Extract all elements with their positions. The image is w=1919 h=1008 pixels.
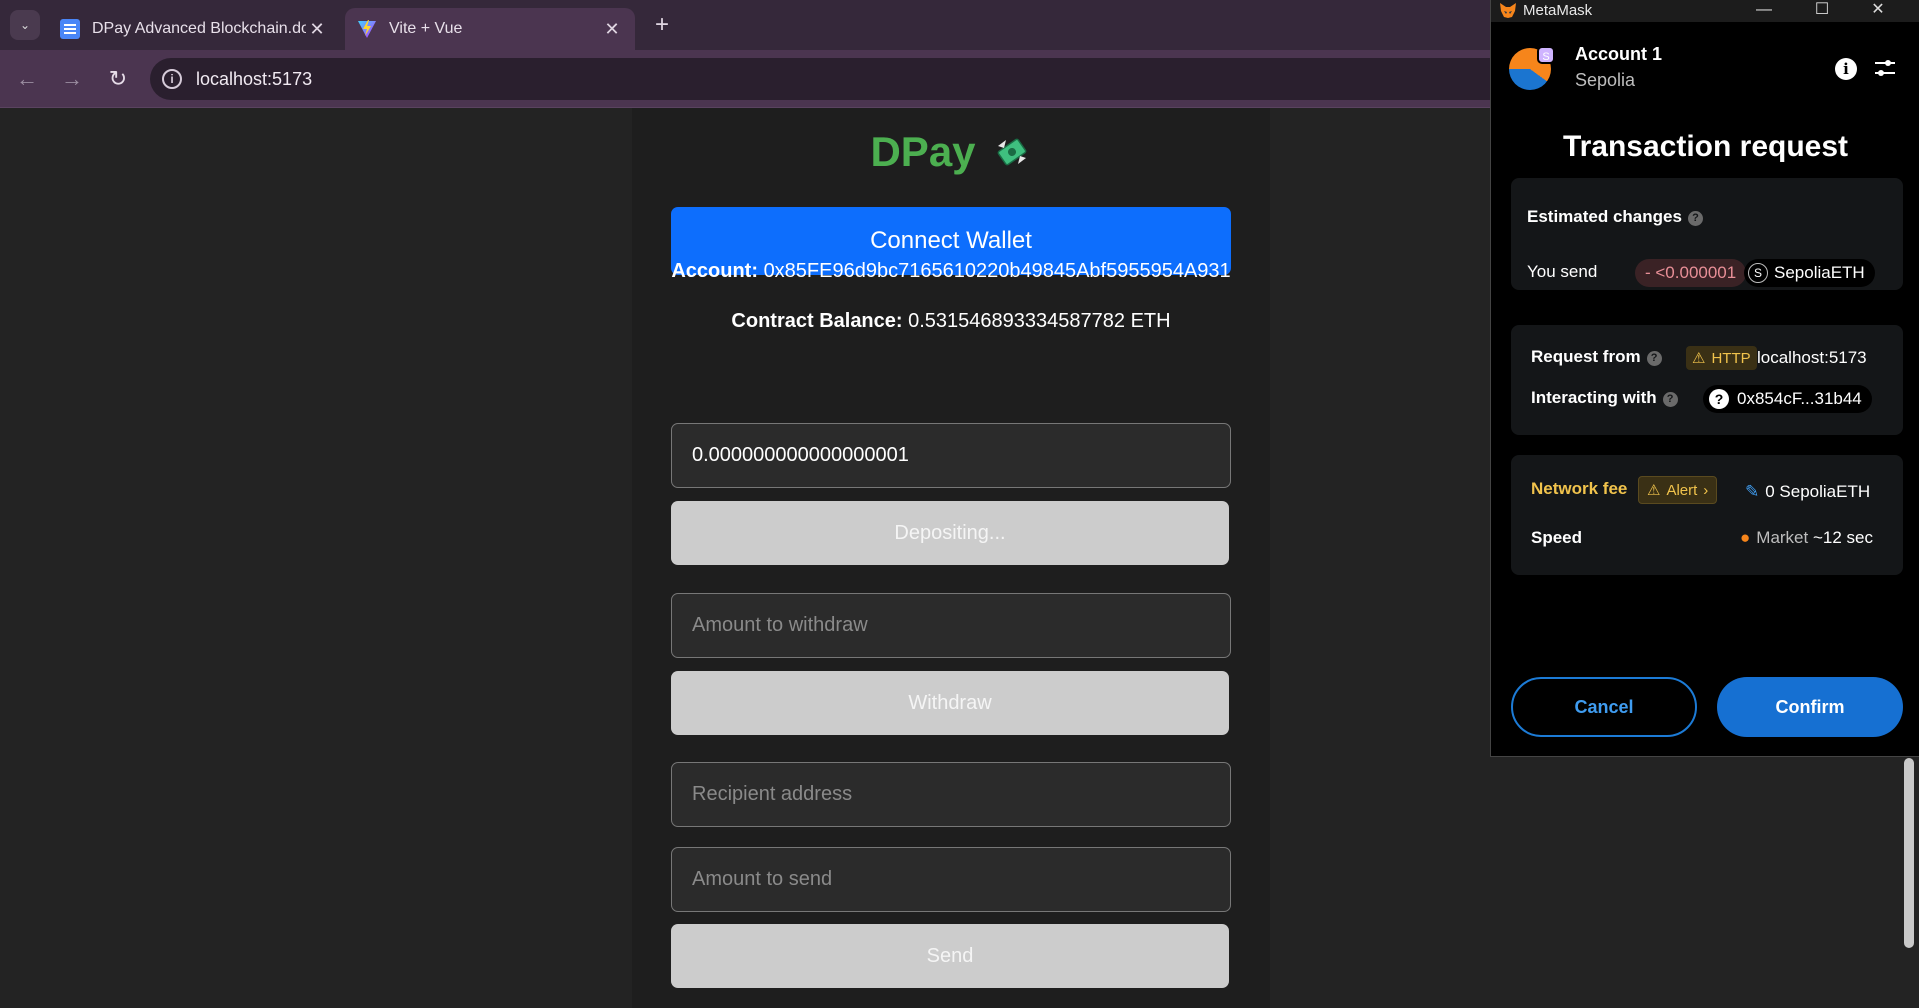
money-with-wings-icon: [997, 138, 1026, 166]
back-button[interactable]: ←: [12, 64, 42, 94]
request-from-row-label: Request from?: [1531, 347, 1662, 367]
cancel-button[interactable]: Cancel: [1511, 677, 1697, 737]
dpay-app: DPay Connect Wallet Account: 0x85FE96d9b…: [632, 108, 1270, 1008]
close-icon[interactable]: ✕: [306, 19, 328, 40]
close-window-button[interactable]: ✕: [1857, 0, 1899, 22]
info-icon[interactable]: i: [1835, 58, 1857, 80]
settings-sliders-icon[interactable]: [1873, 56, 1897, 80]
maximize-button[interactable]: ☐: [1801, 0, 1843, 22]
interacting-row-label: Interacting with?: [1531, 388, 1678, 408]
new-tab-button[interactable]: +: [648, 12, 676, 40]
tab-title: DPay Advanced Blockchain.docx: [92, 20, 306, 37]
tab-search-button[interactable]: ⌄: [10, 10, 40, 40]
interacting-with-label: Interacting with: [1531, 388, 1657, 407]
chevron-right-icon: ›: [1703, 481, 1709, 499]
metamask-window: MetaMask — ☐ ✕ S Account 1 Sepolia i Tra…: [1490, 0, 1919, 757]
chevron-down-icon: ⌄: [19, 18, 31, 32]
you-send-label: You send: [1527, 262, 1598, 281]
url-text[interactable]: localhost:5173: [196, 69, 312, 90]
balance-line: Contract Balance: 0.531546893334587782 E…: [632, 310, 1270, 333]
deposit-button[interactable]: Depositing...: [671, 501, 1229, 565]
warning-icon: ⚠: [1647, 482, 1661, 499]
metamask-titlebar: MetaMask — ☐ ✕: [1491, 0, 1919, 22]
help-icon[interactable]: ?: [1646, 351, 1662, 366]
send-amount-pill: - <0.000001: [1635, 259, 1747, 287]
fee-value: 0 SepoliaETH: [1765, 482, 1871, 501]
unknown-contract-icon: ?: [1709, 389, 1729, 409]
page-scrollbar[interactable]: [1904, 758, 1914, 948]
fee-alert-tag[interactable]: ⚠ Alert ›: [1638, 476, 1718, 504]
account-name[interactable]: Account 1: [1575, 44, 1662, 65]
speed-time: ~12 sec: [1812, 528, 1873, 547]
fee-value-row[interactable]: ✎ 0 SepoliaETH: [1745, 482, 1870, 502]
account-label: Account:: [671, 260, 758, 282]
tab-vite-vue[interactable]: Vite + Vue ✕: [345, 8, 635, 50]
send-amount-input[interactable]: Amount to send: [671, 847, 1231, 912]
balance-label: Contract Balance:: [731, 310, 903, 332]
alert-label: Alert: [1666, 481, 1698, 499]
app-brand: DPay: [632, 128, 1270, 176]
balance-value: 0.531546893334587782 ETH: [908, 310, 1171, 332]
sepolia-token-icon: S: [1748, 263, 1768, 283]
metamask-fox-icon: [1500, 3, 1516, 18]
warning-icon: ⚠: [1692, 350, 1706, 367]
request-origin: localhost:5173: [1757, 348, 1867, 367]
contract-address-pill[interactable]: ? 0x854cF...31b44: [1703, 385, 1872, 413]
withdraw-button[interactable]: Withdraw: [671, 671, 1229, 735]
tab-title: Vite + Vue: [389, 20, 463, 37]
forward-button[interactable]: →: [57, 64, 87, 94]
site-info-icon[interactable]: i: [162, 69, 182, 89]
request-from-label: Request from: [1531, 347, 1641, 366]
speed-row: ● Market ~12 sec: [1740, 528, 1873, 548]
contract-address: 0x854cF...31b44: [1737, 389, 1862, 408]
estimated-changes-label: Estimated changes: [1527, 207, 1682, 226]
network-fee-card: Network fee ⚠ Alert › ✎ 0 SepoliaETH Speed …: [1511, 455, 1903, 575]
withdraw-amount-input[interactable]: Amount to withdraw: [671, 593, 1231, 658]
network-badge: S: [1537, 46, 1555, 64]
send-button[interactable]: Send: [671, 924, 1229, 988]
http-warning-tag: ⚠ HTTP: [1686, 346, 1757, 370]
reload-button[interactable]: ↻: [103, 64, 133, 94]
fox-speed-icon: ●: [1740, 528, 1751, 547]
edit-gas-icon: ✎: [1745, 482, 1760, 501]
token-pill[interactable]: S SepoliaETH: [1744, 259, 1875, 287]
deposit-amount-input[interactable]: 0.000000000000000001: [671, 423, 1231, 488]
http-tag-label: HTTP: [1711, 349, 1751, 367]
brand-title: DPay: [870, 128, 976, 175]
network-fee-label: Network fee: [1531, 479, 1628, 498]
speed-value: Market: [1756, 528, 1809, 547]
tab-dpay-doc[interactable]: DPay Advanced Blockchain.docx ✕: [48, 8, 340, 50]
network-name: Sepolia: [1575, 70, 1636, 90]
confirm-button[interactable]: Confirm: [1717, 677, 1903, 737]
minimize-button[interactable]: —: [1743, 0, 1785, 22]
estimated-changes-card: Estimated changes? You send - <0.000001 …: [1511, 178, 1903, 290]
token-name: SepoliaETH: [1774, 263, 1865, 282]
account-address: 0x85FE96d9bc7165610220b49845Abf5955954A9…: [763, 260, 1231, 282]
help-icon[interactable]: ?: [1662, 392, 1678, 407]
google-docs-icon: [60, 19, 80, 39]
vite-logo-icon: [358, 20, 376, 38]
close-icon[interactable]: ✕: [601, 19, 623, 40]
request-details-card: Request from? ⚠ HTTP localhost:5173 Inter…: [1511, 325, 1903, 435]
metamask-window-title: MetaMask: [1523, 2, 1593, 19]
account-line: Account: 0x85FE96d9bc7165610220b49845Abf…: [632, 260, 1270, 283]
estimated-changes-title: Estimated changes?: [1527, 207, 1703, 227]
speed-label: Speed: [1531, 528, 1583, 547]
recipient-address-input[interactable]: Recipient address: [671, 762, 1231, 827]
help-icon[interactable]: ?: [1687, 211, 1703, 226]
transaction-request-heading: Transaction request: [1562, 130, 1849, 163]
